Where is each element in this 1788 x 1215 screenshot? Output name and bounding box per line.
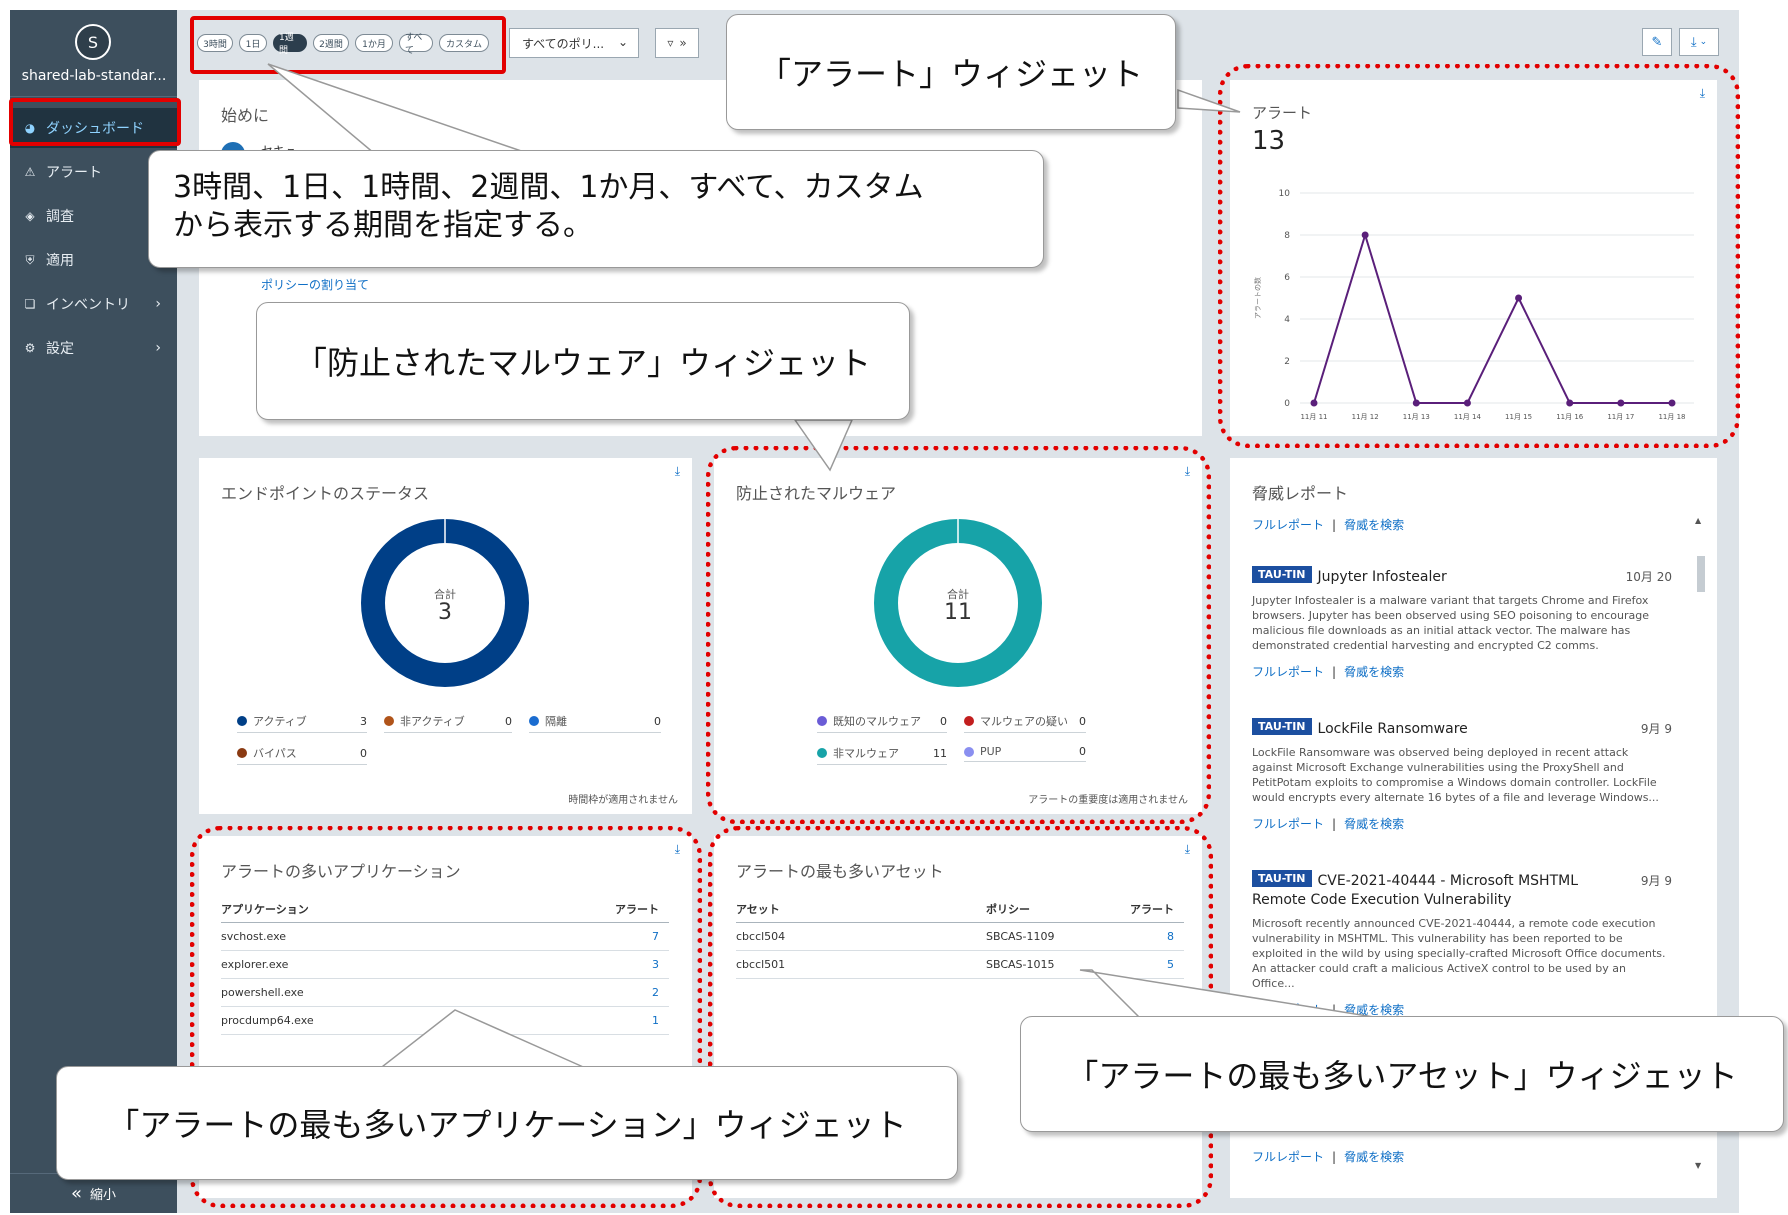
tail-timeframe	[267, 63, 531, 155]
callout-timeframe: 3時間、1日、1時間、2週間、1か月、すべて、カスタム から表示する期間を指定す…	[148, 150, 1044, 268]
callout-apps: 「アラートの最も多いアプリケーション」ウィジェット	[56, 1066, 958, 1180]
callout-assets: 「アラートの最も多いアセット」ウィジェット	[1020, 1016, 1784, 1132]
tail-assets	[1079, 969, 1381, 1019]
tail-alerts	[1177, 88, 1241, 113]
callout-malware: 「防止されたマルウェア」ウィジェット	[256, 302, 910, 420]
callout-alerts: 「アラート」ウィジェット	[726, 14, 1176, 130]
tail-malware	[793, 419, 854, 472]
tail-apps	[375, 1009, 591, 1071]
